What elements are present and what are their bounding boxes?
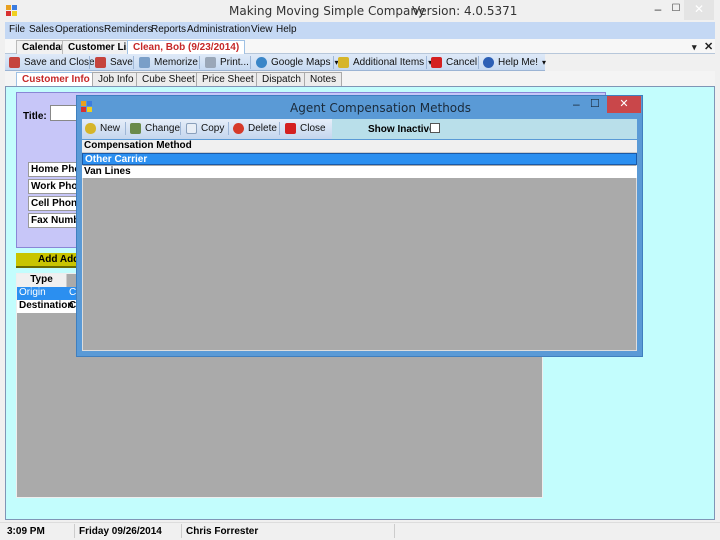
menu-administration[interactable]: Administration [187, 24, 250, 35]
grid-row-van-lines[interactable]: Van Lines [82, 166, 637, 178]
tab-customer-info[interactable]: Customer Info [16, 72, 96, 86]
app-icon [6, 5, 18, 16]
show-inactive-label: Show Inactive [368, 124, 435, 135]
save-button[interactable]: Save [95, 56, 133, 69]
version-label: Version: 4.0.5371 [412, 4, 518, 18]
status-separator [74, 524, 75, 538]
copy-button[interactable]: Copy [186, 122, 224, 135]
save-icon [95, 57, 106, 68]
toolbar-separator [250, 56, 251, 69]
address-grid-header-type[interactable]: Type [17, 274, 67, 287]
close-icon [285, 123, 296, 134]
save-and-close-button[interactable]: Save and Close [9, 56, 95, 69]
menu-sales[interactable]: Sales [29, 24, 54, 35]
menu-view[interactable]: View [251, 24, 273, 35]
grid-header-compensation-method[interactable]: Compensation Method [82, 140, 637, 153]
toolbar-separator [478, 56, 479, 69]
dialog-maximize-button[interactable]: ☐ [590, 97, 600, 110]
dialog-title: Agent Compensation Methods [290, 101, 472, 115]
toolbar-separator [279, 122, 280, 135]
close-button[interactable]: ✕ [684, 0, 714, 20]
menu-operations[interactable]: Operations [55, 24, 104, 35]
tab-price-sheet[interactable]: Price Sheet [196, 72, 260, 86]
copy-icon [186, 123, 197, 134]
toolbar-separator [426, 56, 427, 69]
status-time: 3:09 PM [7, 526, 45, 537]
menu-reports[interactable]: Reports [151, 24, 186, 35]
window-title: Making Moving Simple Company [229, 4, 426, 18]
tab-cube-sheet[interactable]: Cube Sheet [136, 72, 201, 86]
toolbar-separator [133, 56, 134, 69]
menu-reminders[interactable]: Reminders [104, 24, 152, 35]
dialog-app-icon [81, 101, 93, 112]
status-separator [394, 524, 395, 538]
printer-icon [205, 57, 216, 68]
title-label: Title: [23, 111, 47, 122]
toolbar-separator [89, 56, 90, 69]
toolbar-separator [125, 122, 126, 135]
dialog-close-toolbar-button[interactable]: Close [285, 122, 326, 135]
additional-items-button[interactable]: Additional Items ▾ [338, 56, 432, 69]
globe-icon [256, 57, 267, 68]
memorize-button[interactable]: Memorize [139, 56, 198, 69]
print-button[interactable]: Print... [205, 56, 249, 69]
change-icon [130, 123, 141, 134]
minimize-button[interactable]: – [650, 0, 666, 20]
delete-icon [233, 123, 244, 134]
dialog-close-button[interactable]: ✕ [607, 96, 641, 113]
chevron-down-icon[interactable]: ▾ [692, 42, 697, 53]
change-button[interactable]: Change [130, 122, 180, 135]
status-separator [181, 524, 182, 538]
tab-notes[interactable]: Notes [304, 72, 343, 86]
maximize-button[interactable]: ☐ [668, 0, 684, 20]
tab-job-info[interactable]: Job Info [92, 72, 140, 86]
close-document-icon[interactable]: ✕ [704, 40, 713, 53]
cancel-button[interactable]: Cancel [431, 56, 477, 69]
toolbar-separator [180, 122, 181, 135]
memorize-icon [139, 57, 150, 68]
menu-file[interactable]: File [9, 24, 25, 35]
chevron-down-icon: ▾ [542, 58, 547, 67]
status-date: Friday 09/26/2014 [79, 526, 162, 537]
cancel-icon [431, 57, 442, 68]
new-icon [85, 123, 96, 134]
grid-row-other-carrier[interactable]: Other Carrier [82, 153, 637, 165]
save-close-icon [9, 57, 20, 68]
address-row-destination[interactable]: Destination C [17, 300, 77, 313]
additional-items-icon [338, 57, 349, 68]
tab-customer-record[interactable]: Clean, Bob (9/23/2014) [127, 40, 246, 54]
new-button[interactable]: New [85, 122, 120, 135]
status-user: Chris Forrester [186, 526, 259, 537]
help-icon [483, 57, 494, 68]
menu-help[interactable]: Help [276, 24, 297, 35]
dialog-minimize-button[interactable]: – [573, 97, 580, 111]
address-row-origin[interactable]: Origin C [17, 287, 77, 300]
help-button[interactable]: Help Me! ▾ [483, 56, 546, 69]
toolbar-separator [199, 56, 200, 69]
toolbar-separator [228, 122, 229, 135]
google-maps-button[interactable]: Google Maps ▾ [256, 56, 339, 69]
show-inactive-checkbox[interactable] [430, 123, 440, 133]
toolbar-separator [333, 56, 334, 69]
delete-button[interactable]: Delete [233, 122, 277, 135]
tab-dispatch[interactable]: Dispatch [256, 72, 307, 86]
